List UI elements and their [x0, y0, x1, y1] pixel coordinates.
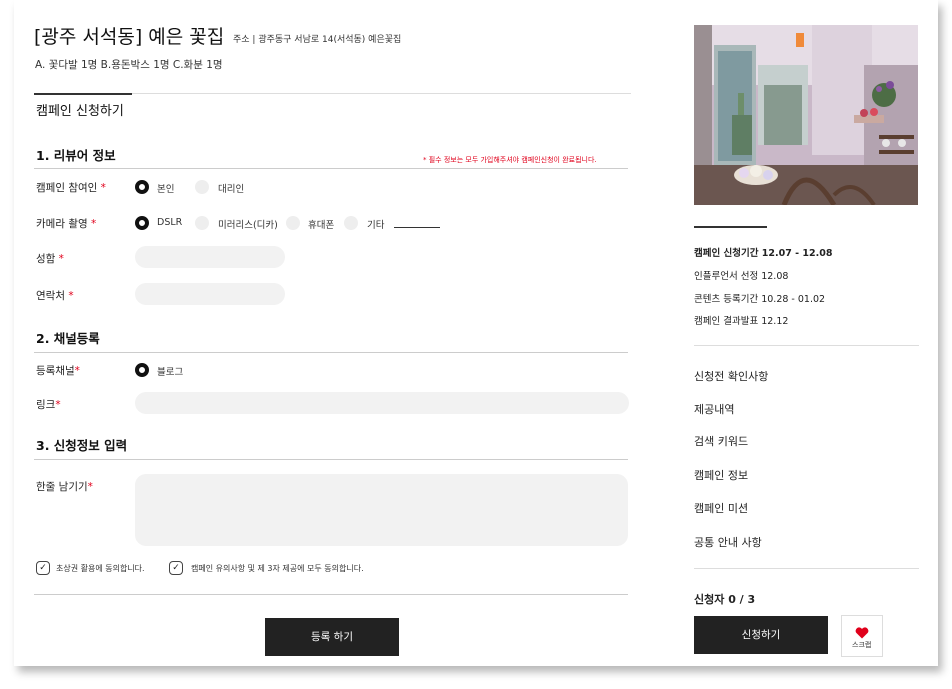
page-title: [광주 서석동] 예은 꽃집: [34, 26, 225, 48]
phone-label: 연락처 *: [36, 290, 74, 302]
link-input[interactable]: [135, 392, 629, 414]
reward-list: A. 꽃다발 1명 B.용돈박스 1명 C.화분 1명: [35, 59, 223, 71]
schedule-apply-period: 캠페인 신청기간 12.07 - 12.08: [694, 248, 833, 259]
radio-mirrorless-label: 미러리스(디카): [218, 220, 278, 231]
radio-blog-label: 블로그: [157, 367, 184, 378]
radio-mirrorless[interactable]: [195, 216, 209, 230]
tab-campaign-apply[interactable]: 캠페인 신청하기: [36, 100, 124, 119]
radio-dslr[interactable]: [135, 216, 149, 230]
camera-label: 카메라 촬영 *: [36, 218, 97, 230]
section1-divider: [34, 168, 628, 169]
sidebar-link-mission[interactable]: 캠페인 미션: [694, 500, 748, 516]
sidebar-divider-1: [694, 345, 919, 346]
submit-button[interactable]: 등록 하기: [265, 618, 399, 656]
schedule-selection: 인플루언서 선정 12.08: [694, 271, 789, 282]
section1-heading: 1. 리뷰어 정보: [36, 148, 116, 163]
sidebar-accent-line: [694, 226, 767, 228]
section2-heading: 2. 채널등록: [36, 331, 100, 346]
radio-proxy[interactable]: [195, 180, 209, 194]
link-label: 링크*: [36, 399, 61, 411]
apply-button[interactable]: 신청하기: [694, 616, 828, 654]
sidebar-link-campaign-info[interactable]: 캠페인 정보: [694, 467, 748, 483]
channel-label: 등록채널*: [36, 365, 80, 377]
agree-terms-checkbox[interactable]: ✓: [169, 561, 183, 575]
radio-other[interactable]: [344, 216, 358, 230]
store-photo: [694, 25, 918, 205]
radio-blog[interactable]: [135, 363, 149, 377]
participant-label: 캠페인 참여인 *: [36, 182, 106, 194]
agree-portrait-label: 초상권 활용에 동의합니다.: [56, 564, 145, 573]
form-bottom-divider: [34, 594, 628, 595]
tab-underline: [34, 93, 132, 95]
section3-divider: [34, 459, 628, 460]
section2-divider: [34, 352, 628, 353]
radio-proxy-label: 대리인: [218, 184, 245, 195]
scrap-button[interactable]: 스크랩: [841, 615, 883, 657]
sidebar-link-common-notice[interactable]: 공통 안내 사항: [694, 534, 762, 550]
required-note: * 필수 정보는 모두 가입해주셔야 캠페인신청이 완료됩니다.: [423, 156, 597, 164]
phone-input[interactable]: [135, 283, 285, 305]
radio-self-label: 본인: [157, 184, 175, 195]
sidebar-link-keywords[interactable]: 검색 키워드: [694, 433, 748, 449]
radio-dslr-label: DSLR: [157, 217, 183, 228]
section3-heading: 3. 신청정보 입력: [36, 438, 128, 453]
comment-textarea[interactable]: [135, 474, 628, 546]
sidebar-link-precheck[interactable]: 신청전 확인사항: [694, 368, 768, 384]
applicant-count: 신청자 0 / 3: [694, 593, 756, 606]
other-text-input[interactable]: [394, 227, 440, 228]
scrap-label: 스크랩: [852, 641, 872, 649]
schedule-result: 캠페인 결과발표 12.12: [694, 316, 789, 327]
name-input[interactable]: [135, 246, 285, 268]
radio-phone[interactable]: [286, 216, 300, 230]
agree-portrait-checkbox[interactable]: ✓: [36, 561, 50, 575]
sidebar-link-offer[interactable]: 제공내역: [694, 401, 734, 417]
comment-label: 한줄 남기기*: [36, 481, 93, 493]
radio-self[interactable]: [135, 180, 149, 194]
radio-phone-label: 휴대폰: [308, 220, 335, 231]
name-label: 성함 *: [36, 253, 64, 265]
schedule-content-period: 콘텐츠 등록기간 10.28 - 01.02: [694, 294, 826, 305]
radio-other-label: 기타: [367, 220, 385, 231]
agree-terms-label: 캠페인 유의사항 및 제 3자 제공에 모두 동의합니다.: [191, 564, 364, 573]
sidebar-divider-2: [694, 568, 919, 569]
store-address: 주소 | 광주동구 서남로 14(서석동) 예은꽃집: [233, 35, 402, 45]
